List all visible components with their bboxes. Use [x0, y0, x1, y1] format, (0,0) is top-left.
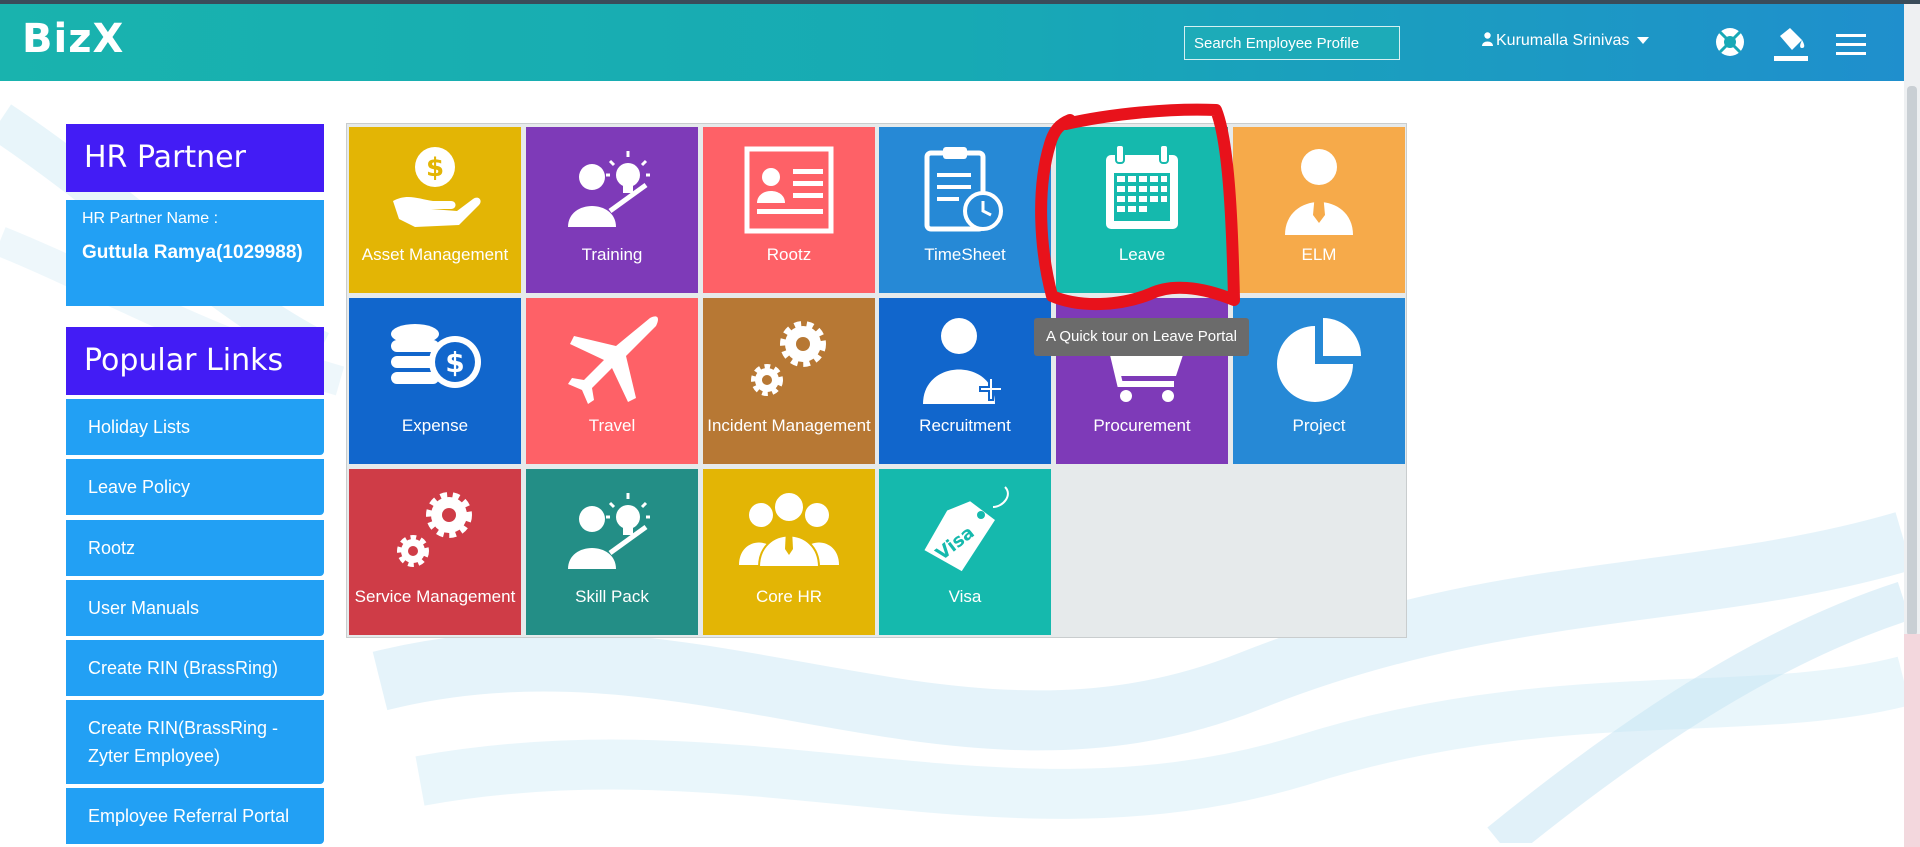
tile-recruitment[interactable]: Recruitment — [879, 298, 1051, 464]
group-icon — [739, 491, 839, 568]
trainer-idea-icon — [568, 151, 650, 227]
add-user-icon — [923, 318, 1003, 404]
top-header: BizX Search Employee Profile Kurumalla S… — [0, 4, 1904, 81]
tile-label: Visa — [948, 587, 982, 606]
menu-icon[interactable] — [1836, 34, 1866, 56]
tile-label: ELM — [1301, 245, 1337, 264]
svg-text:$: $ — [445, 346, 464, 379]
tile-label: Training — [581, 245, 643, 264]
tile-project[interactable]: Project — [1233, 298, 1405, 464]
hr-partner-name: Guttula Ramya(1029988) — [82, 242, 303, 263]
tile-label: Skill Pack — [575, 587, 649, 606]
hr-partner-heading: HR Partner — [66, 124, 324, 192]
user-menu[interactable]: Kurumalla Srinivas — [1482, 32, 1650, 50]
visa-tag-icon: Visa — [924, 486, 1009, 572]
link-holiday-lists[interactable]: Holiday Lists — [66, 399, 324, 455]
tile-label: TimeSheet — [924, 245, 1006, 264]
tile-rootz[interactable]: Rootz — [703, 127, 875, 293]
tile-visa[interactable]: Visa Visa — [879, 469, 1051, 635]
svg-text:$: $ — [426, 153, 444, 183]
hr-partner-box: HR Partner Name : Guttula Ramya(1029988) — [66, 200, 324, 306]
tile-label: Rootz — [766, 245, 812, 264]
tile-label: Expense — [401, 416, 469, 435]
leave-tooltip: A Quick tour on Leave Portal — [1034, 318, 1249, 356]
coins-dollar-icon: $ — [391, 324, 481, 388]
tile-label: Service Management — [354, 587, 516, 606]
tile-core-hr[interactable]: Core HR — [703, 469, 875, 635]
tile-incident-management[interactable]: Incident Management — [703, 298, 875, 464]
paint-bucket-icon[interactable] — [1772, 26, 1808, 62]
calendar-icon — [1106, 144, 1178, 229]
tile-label: Asset Management — [361, 245, 509, 264]
link-leave-policy[interactable]: Leave Policy — [66, 459, 324, 515]
bizx-logo[interactable]: BizX — [22, 16, 124, 62]
link-create-rin-brassring[interactable]: Create RIN (BrassRing) — [66, 640, 324, 696]
search-employee-input[interactable]: Search Employee Profile — [1184, 26, 1400, 60]
tile-label: Core HR — [755, 587, 823, 606]
tile-label: Travel — [588, 416, 636, 435]
tile-label: Project — [1292, 416, 1346, 435]
link-user-manuals[interactable]: User Manuals — [66, 580, 324, 636]
id-card-icon — [744, 146, 834, 234]
trainer-idea-icon — [568, 493, 650, 569]
tile-asset-management[interactable]: $ Asset Management — [349, 127, 521, 293]
money-hand-icon: $ — [393, 147, 481, 227]
tile-label: Recruitment — [919, 416, 1011, 435]
tile-service-management[interactable]: Service Management — [349, 469, 521, 635]
tile-elm[interactable]: ELM — [1233, 127, 1405, 293]
clipboard-clock-icon — [924, 147, 1003, 232]
tile-label: Incident Management — [707, 416, 871, 435]
popular-links-heading: Popular Links — [66, 327, 324, 395]
pie-chart-icon — [1277, 318, 1361, 402]
tile-training[interactable]: Training — [526, 127, 698, 293]
tile-travel[interactable]: Travel — [526, 298, 698, 464]
tile-label: Leave — [1118, 245, 1166, 264]
scrollbar[interactable] — [1904, 4, 1920, 847]
user-name: Kurumalla Srinivas — [1496, 32, 1630, 49]
link-employee-referral[interactable]: Employee Referral Portal — [66, 788, 324, 844]
gears-icon — [751, 321, 826, 396]
gears-icon — [397, 492, 472, 567]
link-rootz[interactable]: Rootz — [66, 520, 324, 576]
tile-leave[interactable]: Leave — [1056, 127, 1228, 293]
tile-skill-pack[interactable]: Skill Pack — [526, 469, 698, 635]
tile-timesheet[interactable]: TimeSheet — [879, 127, 1051, 293]
airplane-icon — [568, 316, 658, 404]
user-icon — [1482, 32, 1493, 46]
chevron-down-icon — [1637, 37, 1650, 45]
hr-partner-label: HR Partner Name : — [82, 210, 219, 227]
link-create-rin-zyter[interactable]: Create RIN(BrassRing - Zyter Employee) — [66, 700, 324, 784]
lifebuoy-icon[interactable] — [1714, 26, 1746, 58]
scrollbar-track-accent — [1904, 634, 1920, 847]
scrollbar-thumb[interactable] — [1907, 86, 1917, 636]
tile-expense[interactable]: $ Expense — [349, 298, 521, 464]
person-tie-icon — [1285, 149, 1353, 235]
tile-label: Procurement — [1093, 416, 1191, 435]
